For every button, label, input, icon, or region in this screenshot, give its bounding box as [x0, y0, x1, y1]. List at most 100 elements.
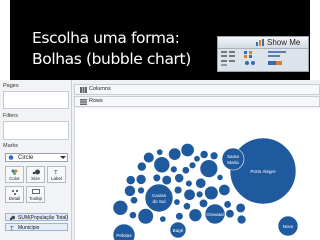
bubble-mark[interactable] [112, 200, 129, 216]
bubble-mark[interactable] [183, 188, 196, 201]
bubble-mark[interactable] [137, 208, 154, 225]
label-button-label: Label [50, 176, 62, 181]
mark-type-dropdown[interactable]: Circle [5, 153, 68, 162]
size-pill-label: SUM(População Total) [18, 215, 68, 221]
chevron-down-icon [60, 156, 66, 159]
bubble-mark[interactable] [136, 161, 147, 172]
circle-mark-icon [8, 155, 14, 160]
bubble-mark[interactable] [236, 214, 247, 225]
bubble-mark[interactable] [188, 161, 197, 169]
bubble-mark[interactable] [144, 183, 174, 213]
pages-shelf[interactable] [3, 91, 69, 109]
bubble-mark[interactable] [183, 202, 191, 211]
bubble-mark[interactable] [223, 200, 232, 209]
text-label-icon: T [54, 171, 58, 176]
tableau-workspace: Pages Filters Marks Circle Color Size T … [0, 80, 320, 240]
bubble-label: Bagé [173, 228, 184, 233]
rows-label: Rows [89, 98, 103, 104]
bubble-mark[interactable] [125, 175, 136, 186]
bubble-mark[interactable] [135, 174, 147, 185]
bubble-mark[interactable] [152, 173, 161, 183]
bubble-mark[interactable] [193, 155, 201, 163]
bubble-label: do Sul [152, 199, 165, 204]
show-me-header[interactable]: Show Me [218, 37, 308, 49]
view-canvas[interactable]: Porto Alegre Santa Maria Caxias do Sul Gravat… [74, 108, 320, 240]
bubble-mark[interactable] [235, 202, 246, 214]
filters-shelf[interactable] [3, 121, 69, 140]
columns-icon [80, 87, 87, 93]
bubble-mark[interactable] [129, 211, 137, 219]
rows-icon [80, 99, 87, 105]
rows-shelf[interactable]: Rows [74, 96, 320, 107]
detail-button[interactable]: Detail [5, 186, 24, 203]
bubble-mark[interactable] [124, 185, 136, 197]
svg-text:T: T [54, 171, 58, 176]
bubble-mark[interactable] [173, 185, 183, 195]
tooltip-button[interactable]: Tooltip [26, 186, 45, 203]
bubble-mark[interactable] [153, 156, 171, 174]
detail-pill[interactable]: T Município [5, 223, 68, 231]
highlight-table-thumbnail-icon[interactable] [221, 60, 241, 67]
bubble-mark[interactable] [143, 151, 155, 164]
bubble-mark[interactable] [159, 215, 167, 223]
size-button-label: Size [31, 176, 40, 181]
pages-label: Pages [3, 83, 19, 89]
bubble-mark[interactable] [216, 174, 224, 181]
bubble-mark[interactable] [130, 196, 139, 205]
color-palette-icon [11, 169, 18, 175]
slide-title-line-2: Bolhas (bubble chart) [32, 50, 191, 68]
label-encoding-icon: T [10, 227, 14, 232]
heat-map-thumbnail-icon[interactable] [244, 51, 258, 58]
bubble-mark[interactable] [199, 150, 209, 159]
bubble-mark[interactable] [174, 173, 185, 183]
color-button-label: Color [9, 176, 20, 181]
bubble-mark[interactable] [170, 165, 178, 174]
color-button[interactable]: Color [5, 166, 24, 183]
text-table-thumbnail-icon[interactable] [221, 51, 241, 58]
bubble-mark[interactable] [181, 166, 190, 175]
slide-title-line-1: Escolha uma forma: [32, 29, 180, 47]
bubble-mark[interactable] [199, 159, 219, 178]
bubble-label: Novo [283, 224, 294, 229]
bubble-mark[interactable] [137, 186, 145, 195]
size-button[interactable]: Size [26, 166, 45, 183]
stacked-bar-thumbnail-icon[interactable] [268, 60, 288, 67]
bubble-label: Maria [227, 160, 239, 165]
tooltip-icon [32, 189, 40, 194]
bubble-mark[interactable] [161, 174, 172, 186]
bubble-chart[interactable]: Porto Alegre SantaMaria Caxiasdo Sul Gravat… [75, 108, 320, 240]
left-sidebar: Pages Filters Marks Circle Color Size T … [0, 80, 72, 240]
bubble-mark[interactable] [168, 147, 182, 161]
bubble-mark[interactable] [180, 143, 195, 157]
bubble-mark[interactable] [188, 208, 203, 222]
bar-chart-icon [256, 39, 264, 46]
bubble-mark[interactable] [195, 190, 204, 199]
detail-icon [12, 190, 18, 195]
columns-shelf[interactable]: Columns [74, 84, 320, 95]
bubble-mark[interactable] [198, 198, 209, 208]
bubble-mark[interactable] [221, 147, 245, 171]
bubble-mark[interactable] [195, 177, 207, 189]
marks-label: Marks [3, 143, 18, 149]
bubble-mark[interactable] [185, 179, 193, 188]
tooltip-button-label: Tooltip [28, 196, 42, 201]
bubble-mark[interactable] [218, 184, 231, 196]
dot-thumbnail-icon[interactable] [244, 60, 258, 67]
slide-header: Escolha uma forma: Bolhas (bubble chart)… [10, 0, 310, 80]
detail-pill-label: Município [18, 225, 40, 231]
label-button[interactable]: T Label [47, 166, 66, 183]
bubble-mark[interactable] [225, 209, 235, 219]
mark-type-value: Circle [18, 155, 34, 161]
columns-label: Columns [89, 86, 111, 92]
bubble-mark[interactable] [156, 148, 164, 156]
bubble-mark[interactable] [173, 198, 181, 206]
filters-label: Filters [3, 113, 18, 119]
bar-thumbnail-icon[interactable] [268, 51, 288, 58]
size-encoding-icon [9, 215, 15, 221]
bubble-mark[interactable] [209, 151, 219, 161]
bubble-mark[interactable] [175, 212, 184, 221]
size-pill[interactable]: SUM(População Total) [5, 213, 68, 221]
bubble-label: Pelotas [116, 233, 132, 238]
bubble-mark[interactable] [204, 185, 219, 201]
show-me-panel[interactable]: Show Me [217, 36, 309, 72]
